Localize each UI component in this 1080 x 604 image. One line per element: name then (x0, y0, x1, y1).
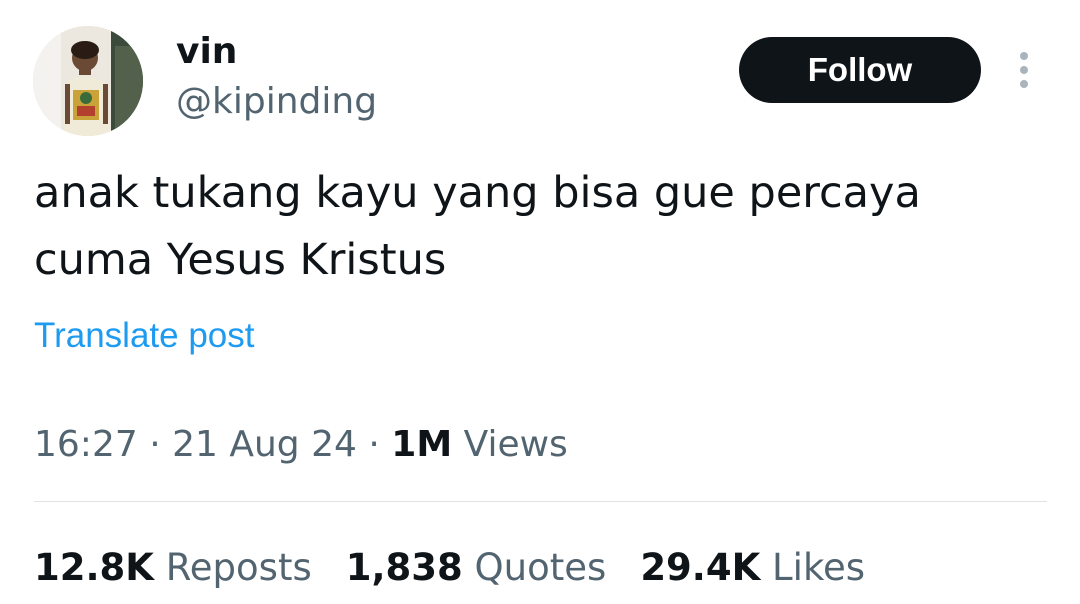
meta-separator: · (368, 424, 380, 465)
likes-count: 29.4K (640, 546, 761, 589)
user-handle[interactable]: @kipinding (176, 80, 377, 124)
likes-label: Likes (772, 546, 866, 589)
translate-post-link[interactable]: Translate post (34, 314, 254, 358)
post-date[interactable]: 21 Aug 24 (172, 424, 357, 465)
follow-button[interactable]: Follow (739, 37, 981, 103)
meta-separator: · (149, 424, 161, 465)
vertical-ellipsis-icon[interactable] (1010, 50, 1038, 90)
profile-photo (33, 26, 143, 136)
post-text: anak tukang kayu yang bisa gue percaya c… (34, 168, 921, 285)
quotes-stat[interactable]: 1,838 Quotes (346, 544, 607, 592)
reposts-stat[interactable]: 12.8K Reposts (34, 544, 312, 592)
display-name[interactable]: vin (176, 30, 237, 74)
post-meta: 16:27 · 21 Aug 24 · 1M Views (34, 422, 568, 468)
views-label: Views (463, 424, 568, 465)
reposts-label: Reposts (165, 546, 312, 589)
quotes-count: 1,838 (345, 546, 463, 589)
post-time[interactable]: 16:27 (34, 424, 138, 465)
avatar[interactable] (33, 26, 143, 136)
divider (34, 501, 1047, 502)
quotes-label: Quotes (474, 546, 607, 589)
views-count: 1M (391, 424, 453, 465)
likes-stat[interactable]: 29.4K Likes (640, 544, 865, 592)
engagement-stats: 12.8K Reposts 1,838 Quotes 29.4K Likes (34, 544, 899, 592)
reposts-count: 12.8K (34, 546, 154, 589)
